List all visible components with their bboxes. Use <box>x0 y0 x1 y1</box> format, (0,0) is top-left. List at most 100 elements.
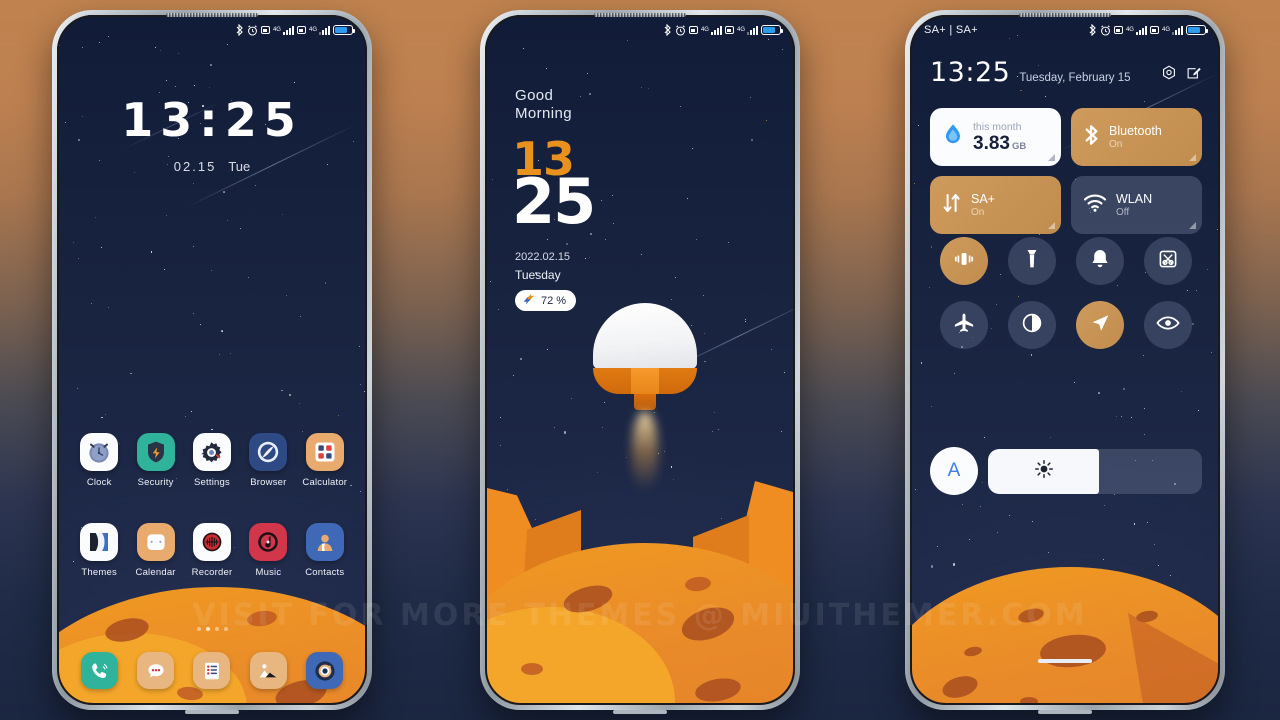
status-bar: 4G 4G <box>485 15 795 45</box>
page-dot[interactable] <box>196 627 201 631</box>
flashlight-icon <box>1021 247 1043 276</box>
dark-mode-toggle[interactable] <box>1008 301 1056 349</box>
status-bar-icons: 4G 4G <box>1089 24 1208 36</box>
app-label: Contacts <box>305 567 345 578</box>
control-center-header: 13:25 Tuesday, February 15 <box>930 57 1202 88</box>
phone-device-2: 4G 4G Good Morning 13 25 2022.02.15 Tues… <box>480 10 800 714</box>
app-label: Clock <box>86 477 112 488</box>
status-bar: 4G 4G <box>57 15 367 45</box>
tile-expand-corner[interactable] <box>1048 222 1055 229</box>
app-label: Calendar <box>135 567 176 578</box>
app-label: Music <box>255 567 282 578</box>
greeting-line-2: Morning <box>515 105 572 122</box>
app-label: Calculator <box>302 477 348 488</box>
airplane-icon <box>952 311 976 340</box>
home-indicator[interactable] <box>1038 659 1092 663</box>
sim1-icon <box>1113 26 1123 34</box>
notes-icon[interactable] <box>193 652 231 689</box>
phone-icon[interactable] <box>80 652 118 689</box>
lock-weekday: Tuesday <box>515 268 561 282</box>
eye-icon <box>1155 311 1181 340</box>
app-security[interactable]: Security <box>127 433 183 488</box>
bluetooth-tile[interactable]: Bluetooth On <box>1071 108 1202 166</box>
contrast-icon <box>1020 311 1044 340</box>
rocket-lander <box>593 303 697 491</box>
gear-hex-icon[interactable] <box>1161 65 1177 81</box>
app-clock[interactable]: Clock <box>71 433 127 488</box>
crater <box>521 663 543 675</box>
signal-bars-icon <box>282 25 294 35</box>
status-bar-icons: 4G 4G <box>236 24 355 36</box>
camera-icon[interactable] <box>306 652 344 689</box>
calendar-icon <box>136 523 175 561</box>
messages-icon[interactable] <box>137 652 175 689</box>
quick-tiles: this month 3.83 GB Bluetooth On SA+ On W… <box>930 108 1202 234</box>
location-toggle[interactable] <box>1076 301 1124 349</box>
reading-mode-toggle[interactable] <box>1144 301 1192 349</box>
app-grid-row-2: Themes Calendar Recorder Music Contacts <box>71 523 353 578</box>
app-music[interactable]: Music <box>240 523 296 578</box>
recorder-icon <box>192 523 231 561</box>
vibrate-icon <box>952 247 976 276</box>
alarm-icon <box>1100 24 1111 36</box>
app-contacts[interactable]: Contacts <box>297 523 353 578</box>
page-indicator-dots <box>57 627 367 631</box>
tile-title: SA+ <box>971 192 995 206</box>
data-usage-unit: GB <box>1011 140 1027 152</box>
tile-sub: Off <box>1116 207 1130 218</box>
brightness-slider[interactable] <box>988 448 1202 494</box>
app-calendar[interactable]: Calendar <box>127 523 183 578</box>
earpiece-speaker <box>594 13 686 17</box>
ringer-toggle[interactable] <box>1076 237 1124 285</box>
app-settings[interactable]: Settings <box>184 433 240 488</box>
vibrate-toggle[interactable] <box>940 237 988 285</box>
flashlight-toggle[interactable] <box>1008 237 1056 285</box>
phone-2-screen: 4G 4G Good Morning 13 25 2022.02.15 Tues… <box>485 15 795 705</box>
music-disc-icon <box>249 523 288 561</box>
sun-icon <box>1034 459 1054 484</box>
greeting-text: Good Morning <box>515 87 572 123</box>
wifi-icon <box>1083 193 1107 218</box>
network-type-label: 4G <box>1125 27 1134 33</box>
page-dot[interactable] <box>223 627 228 631</box>
tile-expand-corner[interactable] <box>1048 154 1055 161</box>
cc-time: 13:25 <box>930 57 1011 88</box>
tile-expand-corner[interactable] <box>1189 154 1196 161</box>
app-recorder[interactable]: Recorder <box>184 523 240 578</box>
water-drop-icon <box>942 122 964 153</box>
brightness-row: A <box>930 447 1202 495</box>
tile-expand-corner[interactable] <box>1189 222 1196 229</box>
wlan-tile[interactable]: WLAN Off <box>1071 176 1202 234</box>
gallery-icon[interactable] <box>249 652 287 689</box>
edit-pencil-icon[interactable] <box>1186 65 1202 81</box>
mobile-data-tile[interactable]: SA+ On <box>930 176 1061 234</box>
phone-device-1: 4G 4G 13:25 02.15 Tue Clock Security Set… <box>52 10 372 714</box>
airplane-toggle[interactable] <box>940 301 988 349</box>
data-usage-heading: this month <box>973 120 1022 133</box>
lock-time: 13:25 <box>121 93 303 147</box>
auto-brightness-button[interactable]: A <box>930 447 978 495</box>
app-calculator[interactable]: Calculator <box>297 433 353 488</box>
page-dot-active[interactable] <box>205 627 210 631</box>
data-arrows-icon <box>942 192 962 219</box>
app-browser[interactable]: Browser <box>240 433 296 488</box>
page-dot[interactable] <box>214 627 219 631</box>
tile-title: Bluetooth <box>1109 124 1162 138</box>
rocket-flame <box>632 411 658 491</box>
app-themes[interactable]: Themes <box>71 523 127 578</box>
charging-bolt-icon <box>522 292 536 309</box>
data-usage-tile[interactable]: this month 3.83 GB <box>930 108 1061 166</box>
bottom-bezel-nub <box>185 710 239 714</box>
wlan-text: WLAN Off <box>1116 192 1152 218</box>
sim1-icon <box>260 26 270 34</box>
screenshot-toggle[interactable] <box>1144 237 1192 285</box>
bluetooth-icon <box>1089 24 1097 36</box>
signal-bars-icon-2 <box>1172 25 1183 35</box>
network-type-label: 4G <box>700 27 709 33</box>
rocket-band <box>593 368 697 394</box>
clock-icon <box>80 433 119 471</box>
toggle-grid <box>930 237 1202 349</box>
sim2-icon <box>724 26 734 34</box>
phone-3-screen: SA+ | SA+ 4G 4G 13:25 Tuesday, February … <box>910 15 1220 705</box>
phone-device-3: SA+ | SA+ 4G 4G 13:25 Tuesday, February … <box>905 10 1225 714</box>
